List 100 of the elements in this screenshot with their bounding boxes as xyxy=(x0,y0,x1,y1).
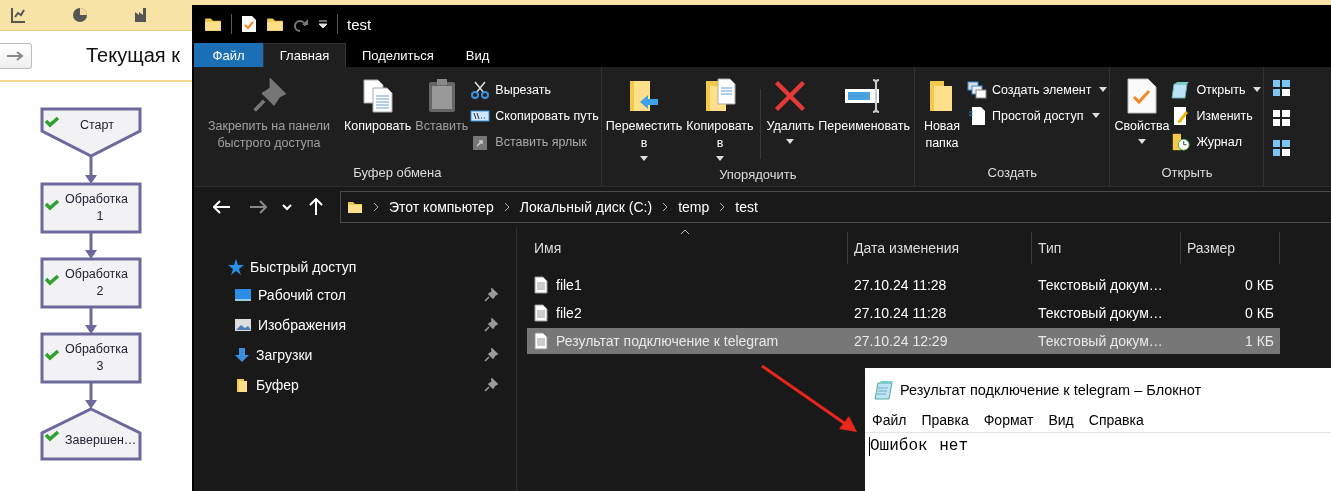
menu-item[interactable]: Вид xyxy=(1048,412,1074,428)
chevron-right-icon xyxy=(503,202,510,212)
node-label: Обработка 3 xyxy=(65,342,129,373)
file-row[interactable]: file1 27.10.24 11:28 Текстовый докум… 0 КБ xyxy=(527,272,1280,298)
ribbon-button[interactable]: Копировать xyxy=(342,75,414,138)
caret-icon xyxy=(1137,139,1146,144)
file-row[interactable]: file2 27.10.24 11:28 Текстовый докум… 0 КБ xyxy=(527,300,1280,326)
ribbon-button[interactable]: Журнал xyxy=(1171,130,1262,153)
folder-icon xyxy=(347,199,363,215)
file-menu-tab[interactable]: Файл xyxy=(194,43,263,67)
text-cursor xyxy=(869,436,870,456)
folder-icon xyxy=(266,15,284,33)
page-title: Текущая к xyxy=(86,44,180,67)
navigation-item[interactable]: Загрузки xyxy=(194,340,516,370)
arrow-up-icon xyxy=(309,198,323,216)
ribbon-tab[interactable]: Вид xyxy=(449,43,506,67)
column-header[interactable]: Дата изменения xyxy=(848,232,1032,264)
arrow-right-icon xyxy=(249,200,267,214)
table-cell-text: 27.10.24 12:29 xyxy=(853,333,949,349)
ribbon-button[interactable]: Скопировать путь xyxy=(470,104,599,127)
column-header[interactable]: Тип xyxy=(1032,232,1181,264)
flow-node[interactable]: Обработка 3 xyxy=(40,332,142,384)
ribbon-button[interactable]: Свойства xyxy=(1112,75,1172,147)
chart-icon xyxy=(10,7,26,23)
caret-icon xyxy=(786,139,795,144)
ribbon-button[interactable]: Копировать в xyxy=(684,75,756,164)
table-cell-text: Текстовый докум… xyxy=(1037,333,1164,349)
file-row[interactable]: Результат подключение к telegram 27.10.24 12:29 Текстовый докум… 1 КБ xyxy=(527,328,1280,354)
breadcrumb-item[interactable]: Локальный диск (C:) xyxy=(519,199,653,215)
ribbon-button[interactable]: Переместить в xyxy=(603,75,685,164)
clipboard-icon xyxy=(426,78,457,114)
caret-icon xyxy=(1099,87,1108,92)
connector-arrow xyxy=(85,382,97,409)
layout-icon xyxy=(1272,109,1291,127)
chevron-down-icon xyxy=(282,203,292,211)
file-name: file2 xyxy=(556,305,582,321)
flow-node[interactable]: Завершен… xyxy=(40,407,142,461)
text-editor[interactable]: Ошибок нет xyxy=(865,433,1013,459)
ribbon-button[interactable]: Создать элемент xyxy=(967,78,1108,101)
breadcrumb-item[interactable]: Этот компьютер xyxy=(389,199,494,215)
sort-ascending-icon xyxy=(680,229,690,235)
properties-icon xyxy=(1125,78,1158,114)
node-label: Обработка 1 xyxy=(65,192,129,223)
ribbon-button[interactable]: Изменить xyxy=(1171,104,1262,127)
dropdown-icon xyxy=(318,20,328,28)
menu-item[interactable]: Формат xyxy=(983,412,1034,428)
caret-icon xyxy=(640,156,648,161)
address-field[interactable]: Этот компьютер Локальный диск (C:) temp test xyxy=(340,191,1331,223)
node-label: Старт xyxy=(80,118,114,132)
table-cell-text: Текстовый докум… xyxy=(1037,305,1164,321)
node-label: Обработка 2 xyxy=(65,267,129,298)
ribbon-button[interactable]: Новая папка xyxy=(917,75,967,155)
caret-icon xyxy=(1091,113,1100,118)
text-file-icon xyxy=(534,276,548,294)
ribbon-button[interactable]: Переименовать xyxy=(816,75,912,138)
group-label: Создать xyxy=(986,164,1038,182)
notepad-icon xyxy=(1171,80,1192,99)
path-icon xyxy=(470,108,491,123)
group-label: Буфер обмена xyxy=(352,164,443,182)
window-title: test xyxy=(347,15,372,33)
flow-node[interactable]: Обработка 1 xyxy=(40,182,142,234)
arrow-right-icon xyxy=(5,50,26,61)
download-icon xyxy=(234,347,250,363)
ribbon-button[interactable]: Вырезать xyxy=(470,78,599,101)
ribbon-button[interactable]: Простой доступ xyxy=(967,104,1108,127)
navigation-item[interactable]: Рабочий стол xyxy=(194,280,516,310)
breadcrumb-item[interactable]: test xyxy=(735,199,758,215)
star-icon xyxy=(226,258,244,276)
navigation-item[interactable]: Изображения xyxy=(194,310,516,340)
column-header[interactable]: Размер xyxy=(1181,232,1280,264)
ribbon-button[interactable]: Удалить xyxy=(764,75,817,147)
table-cell-text: 27.10.24 11:28 xyxy=(853,277,948,293)
menu-item[interactable]: Правка xyxy=(921,412,969,428)
flow-node[interactable]: Обработка 2 xyxy=(40,257,142,309)
ribbon-tab[interactable]: Поделиться xyxy=(346,43,450,67)
chevron-right-icon xyxy=(373,202,379,212)
ribbon-button[interactable]: Открыть xyxy=(1171,78,1262,101)
navigation-item[interactable]: Быстрый доступ xyxy=(194,254,516,280)
folder-icon xyxy=(204,15,222,33)
document-icon xyxy=(967,105,987,126)
navigation-item[interactable]: Буфер xyxy=(194,370,516,400)
ribbon-tab[interactable]: Главная xyxy=(263,43,346,67)
menu-item[interactable]: Справка xyxy=(1088,412,1144,428)
new-item-icon xyxy=(967,80,987,99)
menu-item[interactable]: Файл xyxy=(872,412,907,428)
folder-icon xyxy=(234,377,250,393)
properties-icon xyxy=(241,15,257,33)
breadcrumb-item[interactable]: temp xyxy=(678,199,710,215)
flow-node[interactable]: Старт xyxy=(40,107,142,158)
table-cell-text: 0 КБ xyxy=(1243,305,1275,321)
text-file-icon xyxy=(534,304,548,322)
history-icon xyxy=(1171,131,1192,152)
table-cell-text: Текстовый докум… xyxy=(1037,277,1164,293)
pie-chart-icon xyxy=(72,7,88,23)
image-icon xyxy=(234,318,252,332)
next-button[interactable] xyxy=(0,42,32,69)
column-header[interactable]: Имя xyxy=(527,232,848,264)
scissors-icon xyxy=(470,80,491,99)
caret-icon xyxy=(715,156,724,161)
chevron-right-icon xyxy=(719,202,726,212)
